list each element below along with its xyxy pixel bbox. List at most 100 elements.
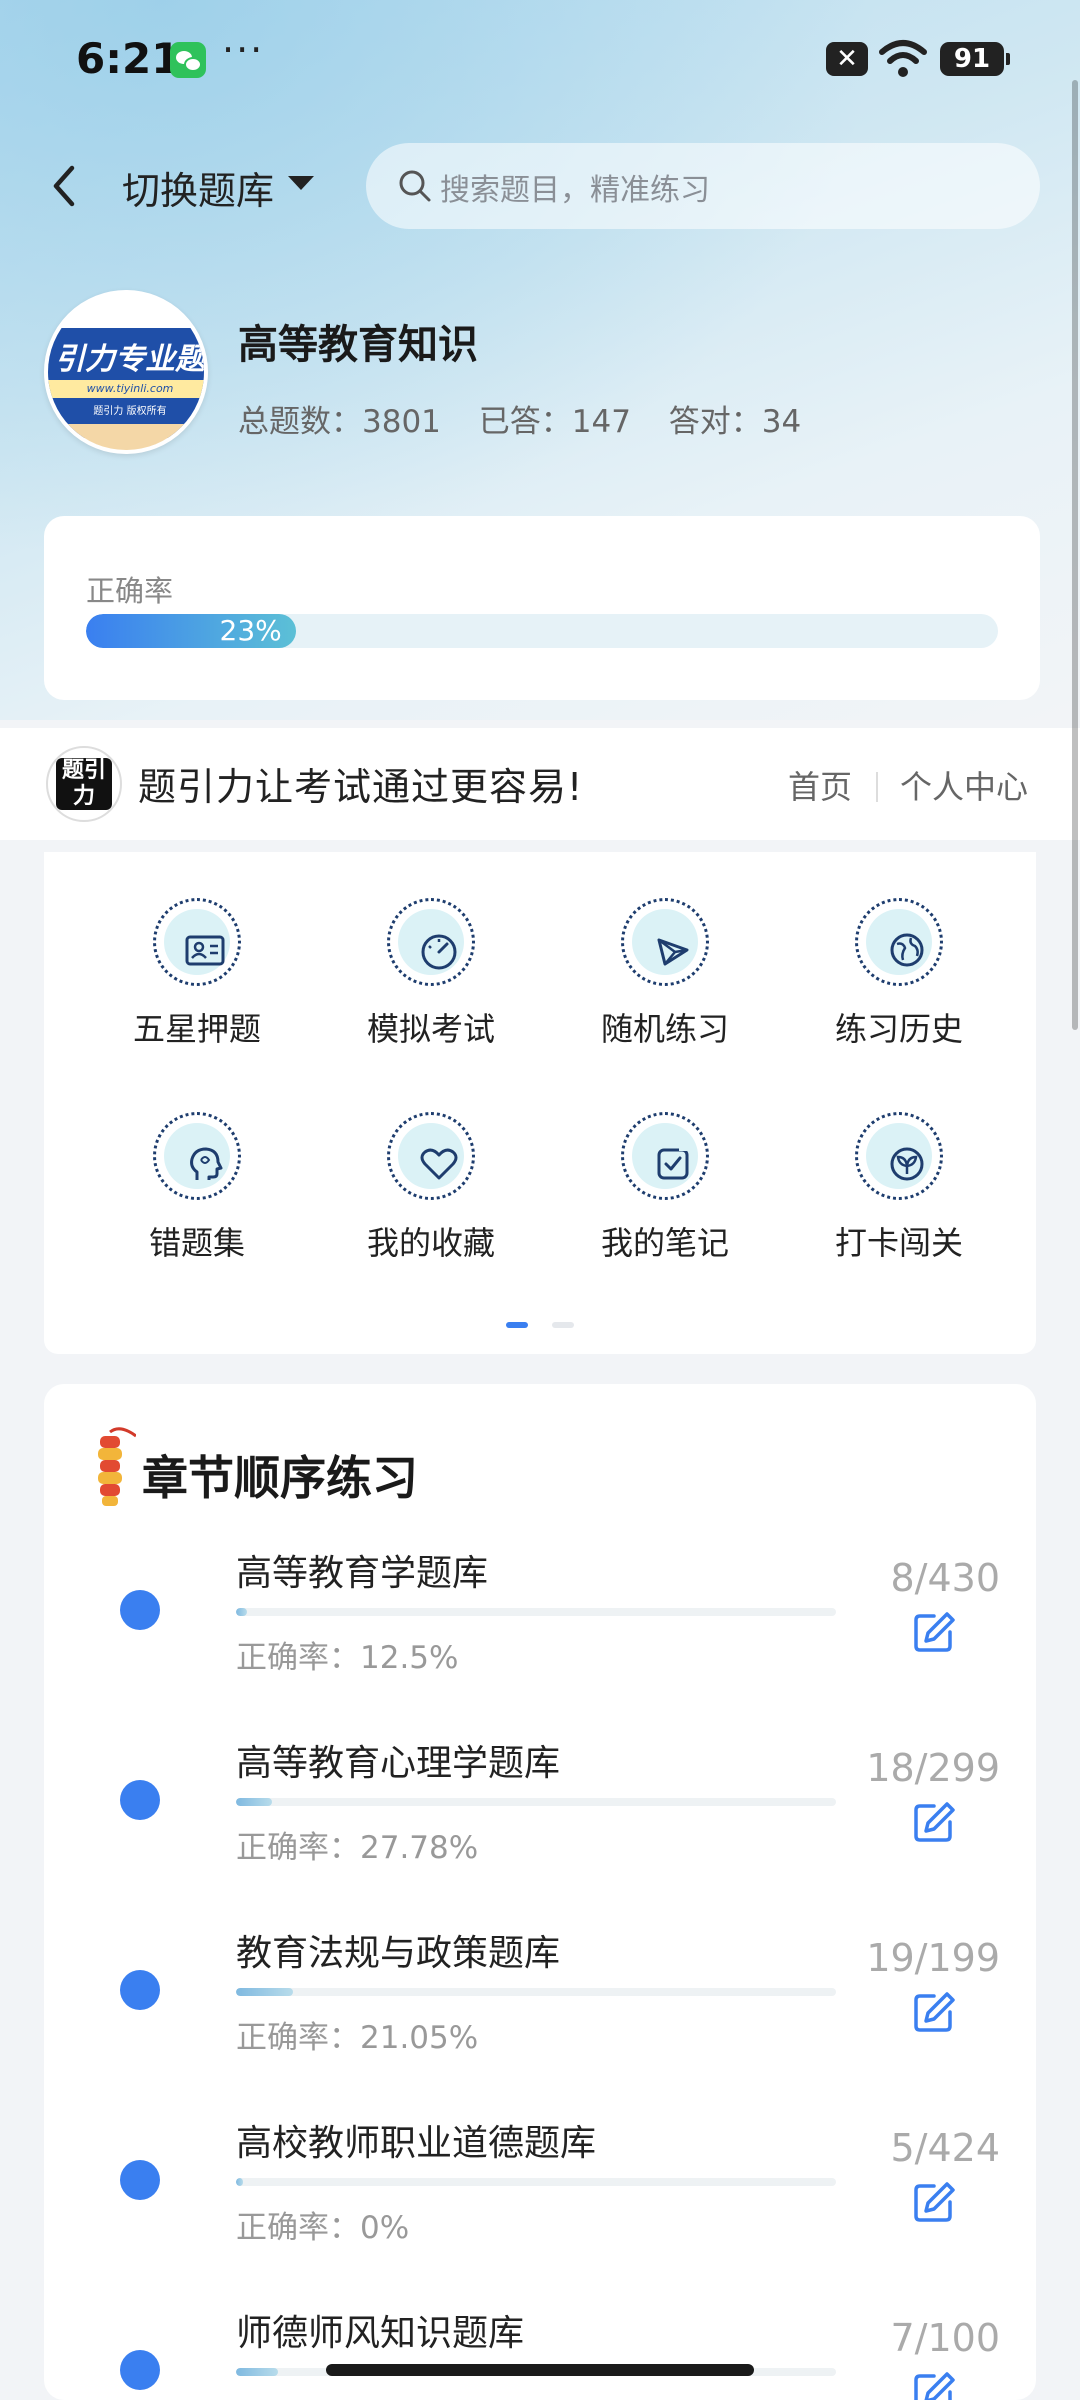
note-check-icon <box>657 1145 689 1180</box>
chapter-accuracy: 正确率：27.78% <box>236 1830 479 1866</box>
bank-avatar: 引力专业题 www.tiyinli.com 题引力 版权所有 <box>44 290 208 454</box>
grid-item-label: 练习历史 <box>834 1010 963 1048</box>
chapter-progress-bar <box>236 1608 836 1616</box>
chapter-progress-fill <box>236 2368 278 2376</box>
edit-icon[interactable] <box>912 1990 956 2034</box>
grid-item-label: 我的笔记 <box>600 1224 729 1262</box>
chapter-progress-fill <box>236 1988 293 1996</box>
app-logo-text: 题引力 <box>56 758 112 810</box>
chapter-progress-fill <box>236 1608 248 1616</box>
banner-divider <box>876 772 878 802</box>
accuracy-progress-bar: 23% <box>86 614 998 648</box>
chapter-row[interactable]: 高等教育学题库 正确率：12.5% 8/430 <box>44 1544 1036 1734</box>
back-arrow-icon[interactable] <box>44 158 84 214</box>
promo-banner: 题引力 题引力让考试通过更容易! 首页 个人中心 <box>0 728 1080 840</box>
chapter-accuracy: 正确率：21.05% <box>236 2020 479 2056</box>
grid-item-label: 随机练习 <box>600 1010 729 1048</box>
grid-item-wrong-questions[interactable]: 错题集 <box>80 1066 314 1262</box>
bank-name: 高等教育知识 <box>238 322 478 368</box>
grid-item-label: 错题集 <box>148 1224 245 1262</box>
stat-answered: 已答：147 <box>478 404 631 440</box>
chapter-count: 19/199 <box>866 1936 1000 1980</box>
avatar-copyright: 题引力 版权所有 <box>93 406 167 417</box>
chapter-section-title: 章节顺序练习 <box>142 1451 418 1505</box>
chapter-bullet <box>120 2350 160 2390</box>
feature-grid: 五星押题 模拟考试 随机练习 练习历史 错题集 我的收藏 我的笔记 打卡闯关 <box>44 852 1036 1354</box>
pager-dot-active[interactable] <box>506 1322 528 1328</box>
chapter-bullet <box>120 1590 160 1630</box>
edit-icon[interactable] <box>912 2370 956 2400</box>
home-indicator[interactable] <box>326 2364 754 2376</box>
accuracy-label: 正确率 <box>86 574 174 608</box>
search-icon <box>399 170 431 202</box>
chapter-name: 高校教师职业道德题库 <box>236 2123 597 2164</box>
grid-item-label: 我的收藏 <box>366 1224 495 1262</box>
chapter-name: 教育法规与政策题库 <box>236 1933 561 1974</box>
chapter-count: 5/424 <box>890 2126 1000 2170</box>
sprout-icon <box>890 1147 924 1181</box>
grid-item-random-practice[interactable]: 随机练习 <box>548 852 782 1048</box>
avatar-url: www.tiyinli.com <box>48 380 204 398</box>
grid-item-history[interactable]: 练习历史 <box>782 852 1016 1048</box>
edit-icon[interactable] <box>912 2180 956 2224</box>
more-notifications-icon: ··· <box>222 28 265 72</box>
shuffle-icon <box>657 938 689 966</box>
chapter-bullet <box>120 2160 160 2200</box>
id-card-icon <box>185 935 225 966</box>
grid-item-notes[interactable]: 我的笔记 <box>548 1066 782 1262</box>
chapter-accuracy: 正确率：0% <box>236 2210 410 2246</box>
wechat-icon <box>170 42 206 78</box>
chapter-row[interactable]: 高校教师职业道德题库正确率：0% 5/424 <box>44 2114 1036 2304</box>
wifi-icon <box>879 40 927 77</box>
chapter-bullet <box>120 1970 160 2010</box>
grid-item-check-in[interactable]: 打卡闯关 <box>782 1066 1016 1262</box>
status-time: 6:21 <box>76 34 181 83</box>
edit-icon[interactable] <box>912 1610 956 1654</box>
chapter-count: 7/100 <box>890 2316 1000 2360</box>
caret-down-icon[interactable] <box>288 176 314 190</box>
accuracy-percent: 23% <box>219 614 282 647</box>
chapter-progress-fill <box>236 2178 244 2186</box>
app-logo: 题引力 <box>46 746 122 822</box>
stat-total: 总题数：3801 <box>238 404 441 440</box>
chapter-progress-bar <box>236 2178 836 2186</box>
accuracy-progress-fill: 23% <box>86 614 296 648</box>
stat-correct: 答对：34 <box>668 404 802 440</box>
edit-icon[interactable] <box>912 1800 956 1844</box>
chapter-row[interactable]: 师德师风知识题库 7/100 <box>44 2304 1036 2400</box>
gauge-icon <box>421 934 457 970</box>
chapter-row[interactable]: 教育法规与政策题库正确率：21.05% 19/199 <box>44 1924 1036 2114</box>
status-bar: 6:21 ··· ✕ 91 <box>0 0 1080 120</box>
chapter-progress-fill <box>236 1798 272 1806</box>
chapter-accuracy: 正确率：12.5% <box>236 1640 459 1676</box>
grid-item-favorites[interactable]: 我的收藏 <box>314 1066 548 1262</box>
search-input[interactable]: 搜索题目，精准练习 <box>366 143 1040 229</box>
no-sim-icon: ✕ <box>826 42 868 76</box>
chapter-name: 师德师风知识题库 <box>236 2313 525 2354</box>
grid-item-label: 五星押题 <box>132 1010 261 1048</box>
chapter-count: 18/299 <box>866 1746 1000 1790</box>
home-link[interactable]: 首页 <box>788 762 852 808</box>
grid-item-mock-exam[interactable]: 模拟考试 <box>314 852 548 1048</box>
grid-item-five-star[interactable]: 五星押题 <box>80 852 314 1048</box>
avatar-title: 引力专业题 <box>55 342 205 377</box>
chapter-name: 高等教育心理学题库 <box>236 1743 561 1784</box>
switch-bank-button[interactable]: 切换题库 <box>122 160 274 215</box>
bank-stats: 总题数：3801 已答：147 答对：34 <box>238 396 829 441</box>
firecracker-icon <box>98 1427 136 1506</box>
globe-icon <box>890 933 924 967</box>
head-icon <box>190 1147 223 1180</box>
chapter-progress-bar <box>236 1798 836 1806</box>
user-center-link[interactable]: 个人中心 <box>900 762 1028 808</box>
grid-item-label: 模拟考试 <box>366 1010 495 1048</box>
grid-item-label: 打卡闯关 <box>834 1224 963 1262</box>
battery-icon: 91 <box>940 42 1010 76</box>
accuracy-card: 正确率 23% <box>44 516 1040 700</box>
scrollbar[interactable] <box>1072 80 1078 1030</box>
pager-dot[interactable] <box>552 1322 574 1328</box>
chapter-row[interactable]: 高等教育心理学题库正确率：27.78% 18/299 <box>44 1734 1036 1924</box>
chapter-name: 高等教育学题库 <box>236 1553 489 1594</box>
banner-slogan: 题引力让考试通过更容易! <box>138 765 584 809</box>
chapter-progress-bar <box>236 1988 836 1996</box>
chapter-practice-card: 章节顺序练习 高等教育学题库 正确率：12.5% 8/430 高等教育心理学题库 正确率… <box>44 1384 1036 2400</box>
